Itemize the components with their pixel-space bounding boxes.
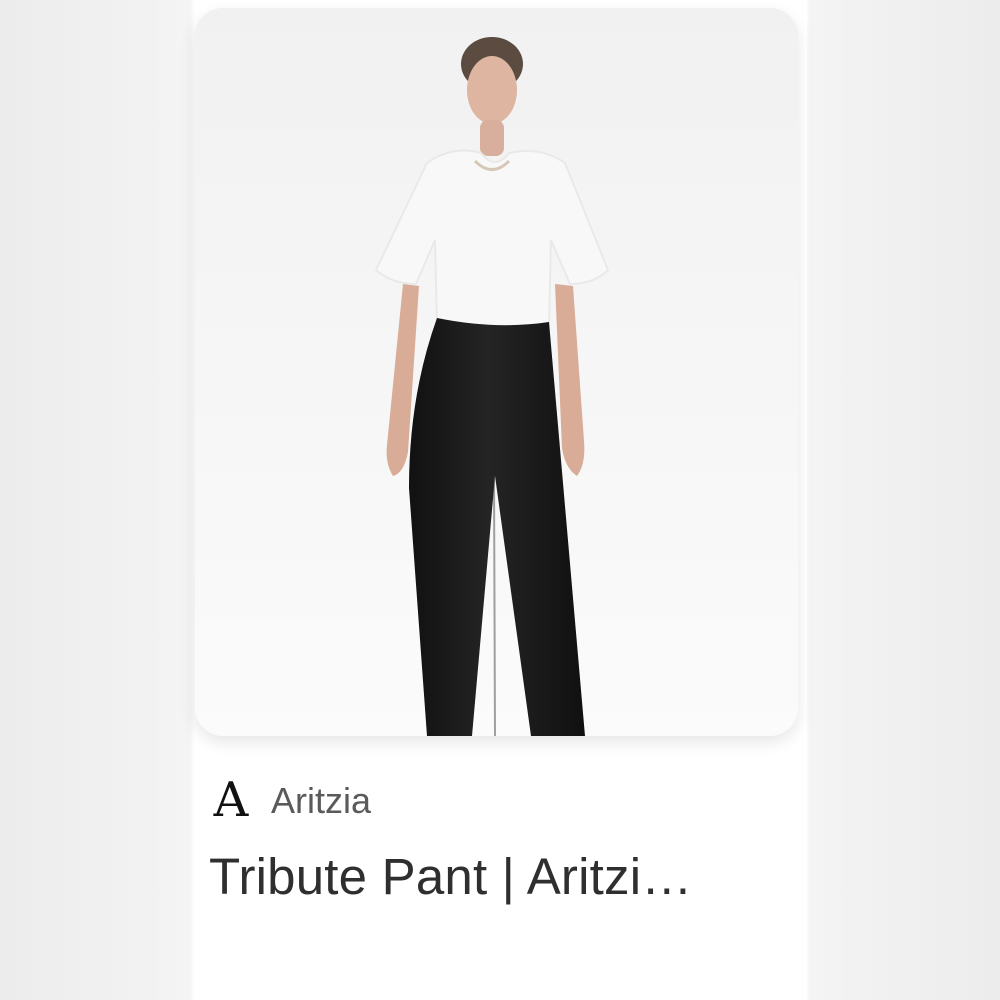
pants-center-fold (493, 475, 496, 736)
product-photo[interactable] (195, 8, 798, 736)
aritzia-logo-icon: A (213, 772, 249, 828)
model-face (467, 56, 517, 124)
model-neck (480, 120, 504, 156)
source-name[interactable]: Aritzia (271, 783, 371, 819)
product-result-card[interactable]: A Aritzia Tribute Pant | Aritzi… (195, 0, 807, 1000)
product-title[interactable]: Tribute Pant | Aritzi… (209, 846, 769, 907)
product-image-frame[interactable] (195, 8, 798, 736)
search-results-page: A Aritzia Tribute Pant | Aritzi… (0, 0, 1000, 1000)
source-row[interactable]: A Aritzia (209, 773, 371, 829)
